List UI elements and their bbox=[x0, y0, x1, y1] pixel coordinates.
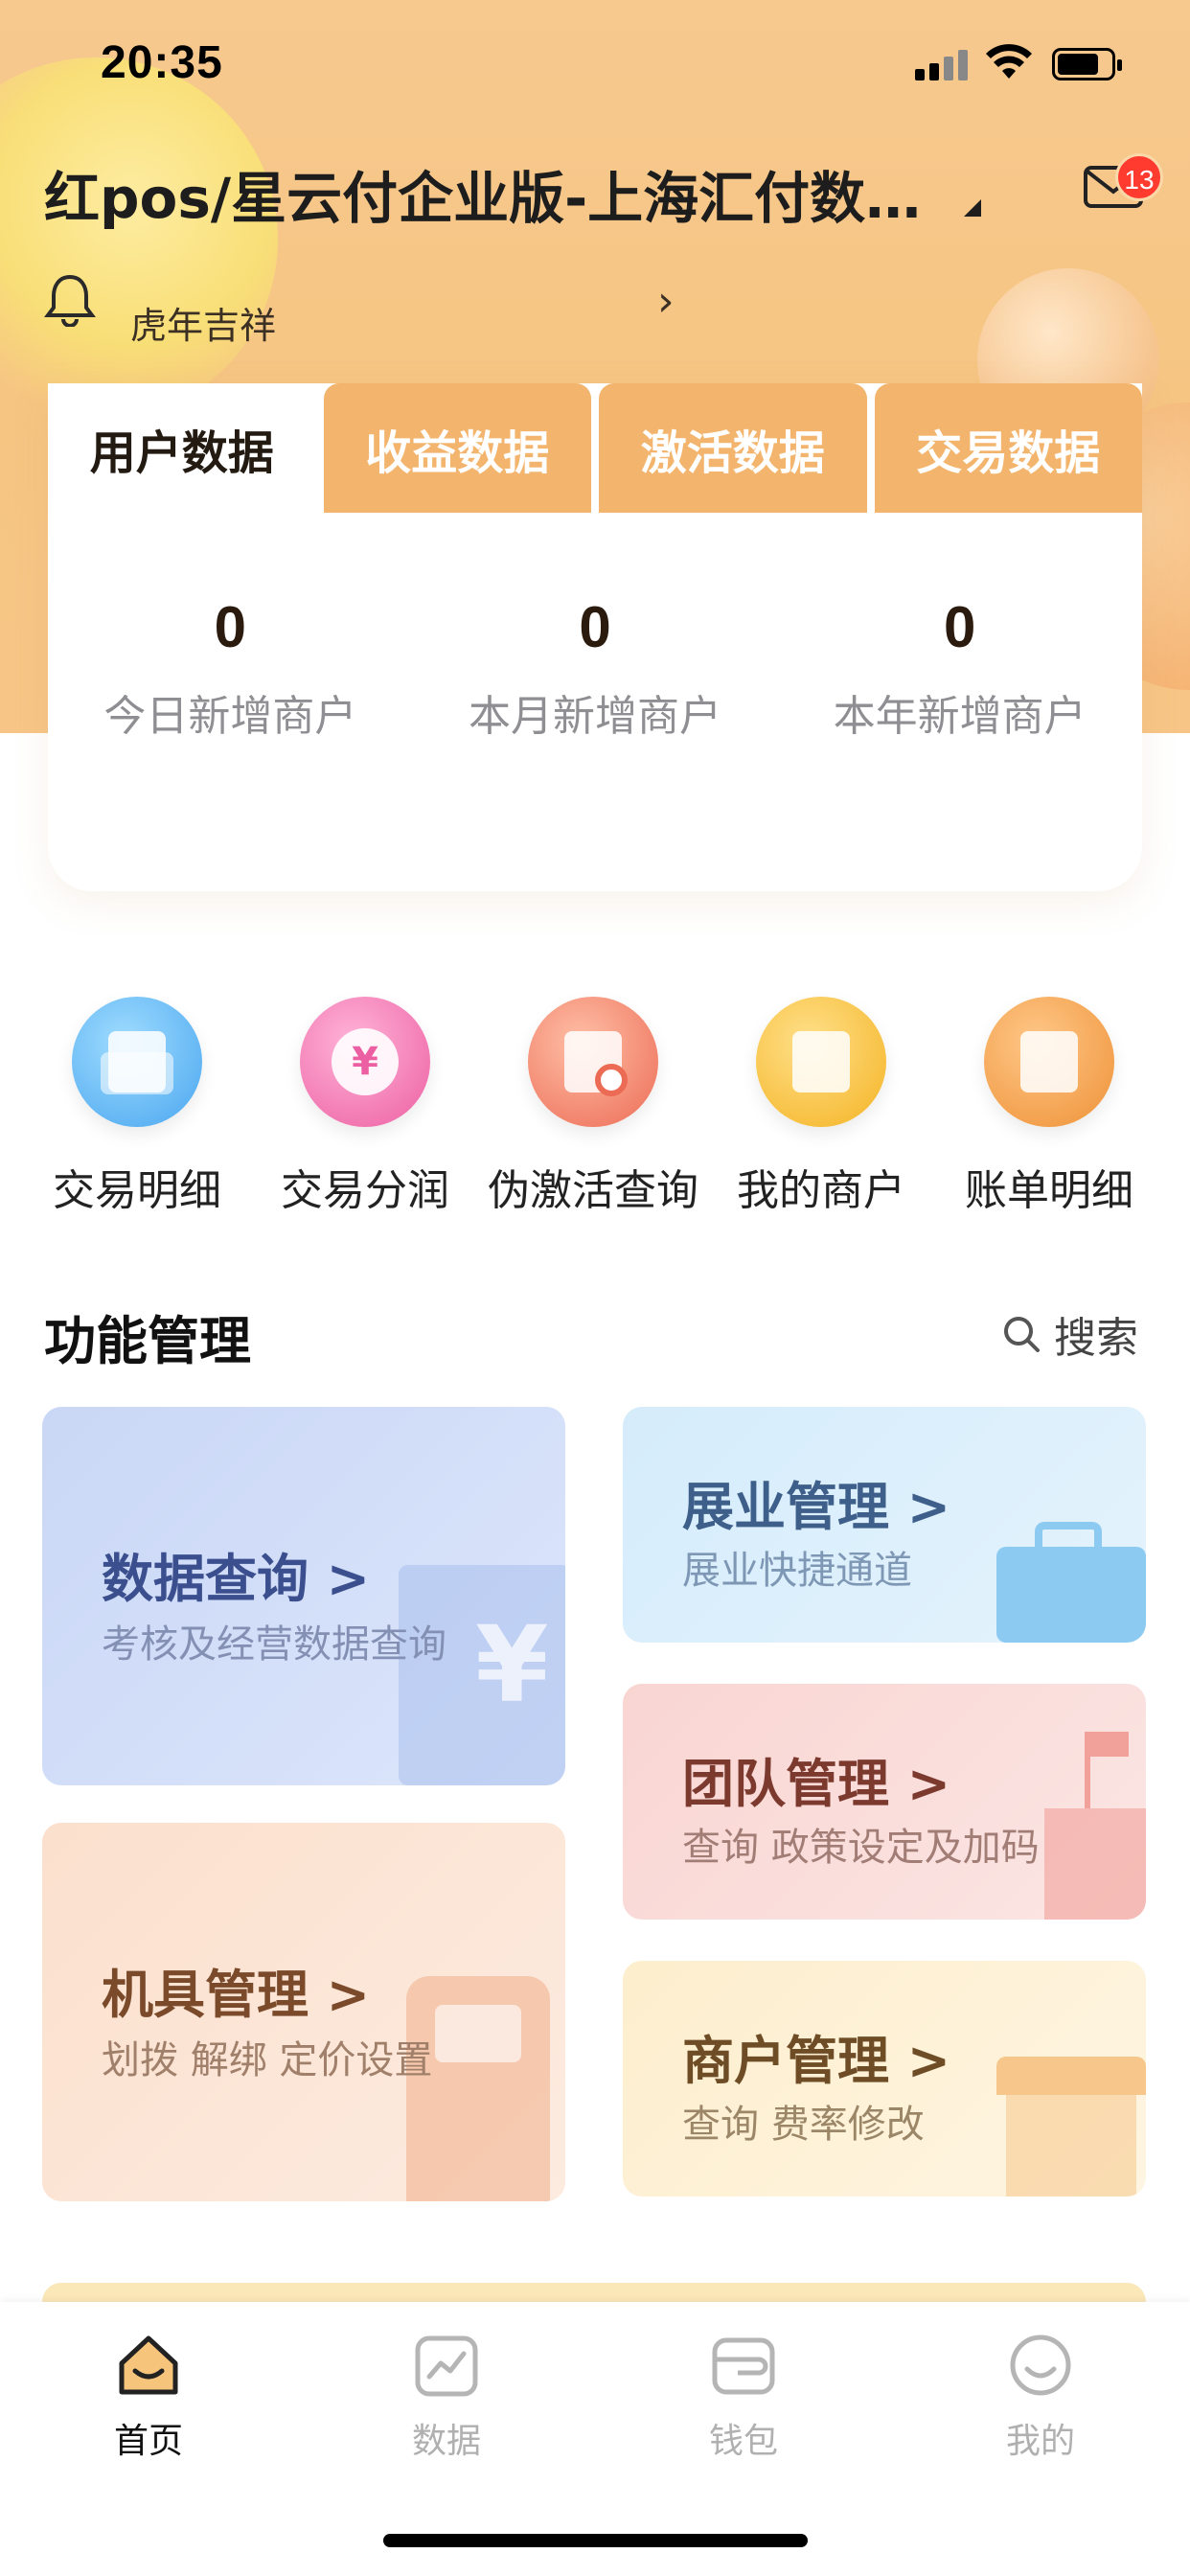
stats-row: 0 今日新增商户 0 本月新增商户 0 本年新增商户 bbox=[48, 594, 1142, 743]
section-title: 功能管理 bbox=[44, 1311, 251, 1371]
status-bar: 20:35 bbox=[0, 0, 1190, 129]
chevron-right-icon: › bbox=[657, 277, 675, 326]
tile-subtitle: 划拨 解绑 定价设置 bbox=[102, 2038, 433, 2082]
tile-subtitle: 考核及经营数据查询 bbox=[102, 1622, 446, 1667]
wallet-icon bbox=[712, 2337, 775, 2395]
folder-icon bbox=[72, 997, 202, 1127]
tile-data-query[interactable]: ¥ 数据查询 > 考核及经营数据查询 bbox=[42, 1407, 565, 1785]
quick-fake-activation-query[interactable]: 伪激活查询 bbox=[479, 997, 707, 1217]
tile-subtitle: 展业快捷通道 bbox=[682, 1549, 912, 1593]
tile-title: 商户管理 > bbox=[682, 2031, 951, 2091]
quick-label: 交易分润 bbox=[281, 1166, 449, 1215]
quick-transaction-detail[interactable]: 交易明细 bbox=[23, 997, 251, 1217]
stat-label: 本月新增商户 bbox=[469, 692, 721, 741]
tile-title: 团队管理 > bbox=[682, 1754, 951, 1814]
home-indicator bbox=[383, 2534, 808, 2547]
yuan-circle-icon: ¥ bbox=[300, 997, 430, 1127]
tile-expansion[interactable]: 展业管理 > 展业快捷通道 bbox=[623, 1407, 1146, 1643]
quick-bill-detail[interactable]: 账单明细 bbox=[935, 997, 1163, 1217]
unread-badge: 13 bbox=[1115, 153, 1163, 201]
tab-transaction-data[interactable]: 交易数据 bbox=[874, 383, 1142, 513]
quick-label: 交易明细 bbox=[53, 1166, 221, 1215]
stats-tabs: 用户数据 收益数据 激活数据 交易数据 bbox=[48, 383, 1142, 513]
tabbar-mine[interactable]: 我的 bbox=[964, 2331, 1117, 2463]
pos-terminal-icon bbox=[406, 1976, 550, 2201]
stat-label: 本年新增商户 bbox=[833, 692, 1087, 741]
quick-label: 伪激活查询 bbox=[488, 1166, 698, 1215]
tab-activation-data[interactable]: 激活数据 bbox=[599, 383, 867, 513]
tabbar-label: 数据 bbox=[411, 2422, 481, 2461]
notice-row[interactable]: 虎年吉祥 › bbox=[44, 254, 696, 347]
tabbar-label: 钱包 bbox=[708, 2422, 778, 2461]
org-title[interactable]: 红pos/星云付企业版-上海汇付数… bbox=[44, 153, 921, 234]
storefront-icon bbox=[996, 2057, 1146, 2196]
tile-machine[interactable]: 机具管理 > 划拨 解绑 定价设置 bbox=[42, 1823, 565, 2201]
tab-earnings-data[interactable]: 收益数据 bbox=[323, 383, 591, 513]
banner-strip[interactable] bbox=[42, 2283, 1146, 2304]
battery-icon bbox=[1052, 48, 1122, 80]
cellular-signal-icon bbox=[915, 48, 969, 80]
bill-icon bbox=[984, 997, 1114, 1127]
podium-flag-icon bbox=[1025, 1732, 1146, 1920]
shop-search-icon bbox=[528, 997, 658, 1127]
tile-merchant[interactable]: 商户管理 > 查询 费率修改 bbox=[623, 1961, 1146, 2196]
tabbar-data[interactable]: 数据 bbox=[370, 2331, 523, 2463]
quick-actions: 交易明细 ¥ 交易分润 伪激活查询 我的商户 账单明细 bbox=[0, 997, 1190, 1217]
smiley-icon bbox=[1010, 2334, 1071, 2396]
bell-icon bbox=[44, 274, 96, 327]
tabbar-wallet[interactable]: 钱包 bbox=[667, 2331, 820, 2463]
search-button[interactable]: 搜索 bbox=[1002, 1303, 1138, 1365]
tile-subtitle: 查询 费率修改 bbox=[682, 2103, 925, 2147]
quick-my-merchants[interactable]: 我的商户 bbox=[707, 997, 935, 1217]
briefcase-icon bbox=[996, 1522, 1146, 1643]
tabbar-label: 我的 bbox=[1005, 2422, 1075, 2461]
search-icon bbox=[1004, 1317, 1040, 1352]
search-label: 搜索 bbox=[1054, 1314, 1138, 1363]
tile-subtitle: 查询 政策设定及加码 bbox=[682, 1826, 1040, 1870]
stat-label: 今日新增商户 bbox=[103, 692, 357, 741]
stat-value: 0 bbox=[943, 595, 976, 659]
tile-title: 展业管理 > bbox=[682, 1477, 951, 1537]
home-icon bbox=[119, 2335, 178, 2395]
tab-user-data[interactable]: 用户数据 bbox=[48, 383, 316, 513]
document-yuan-icon: ¥ bbox=[399, 1565, 565, 1785]
notice-text: 虎年吉祥 bbox=[130, 305, 277, 347]
tabbar-label: 首页 bbox=[113, 2422, 183, 2461]
quick-label: 我的商户 bbox=[737, 1166, 905, 1215]
chart-icon bbox=[415, 2335, 478, 2397]
stat-today: 0 今日新增商户 bbox=[48, 594, 413, 743]
stat-value: 0 bbox=[214, 595, 247, 659]
stat-value: 0 bbox=[579, 595, 611, 659]
quick-label: 账单明细 bbox=[965, 1166, 1133, 1215]
tile-title: 数据查询 > bbox=[102, 1549, 371, 1609]
dropdown-caret-icon[interactable] bbox=[964, 199, 981, 217]
quick-transaction-profit[interactable]: ¥ 交易分润 bbox=[251, 997, 479, 1217]
stat-month: 0 本月新增商户 bbox=[413, 594, 778, 743]
store-icon bbox=[756, 997, 886, 1127]
status-time: 20:35 bbox=[101, 37, 223, 88]
wifi-icon bbox=[986, 44, 1032, 79]
tile-title: 机具管理 > bbox=[102, 1965, 371, 2025]
tabbar-home[interactable]: 首页 bbox=[72, 2331, 225, 2463]
stat-year: 0 本年新增商户 bbox=[777, 594, 1142, 743]
tile-team[interactable]: 团队管理 > 查询 政策设定及加码 bbox=[623, 1684, 1146, 1920]
